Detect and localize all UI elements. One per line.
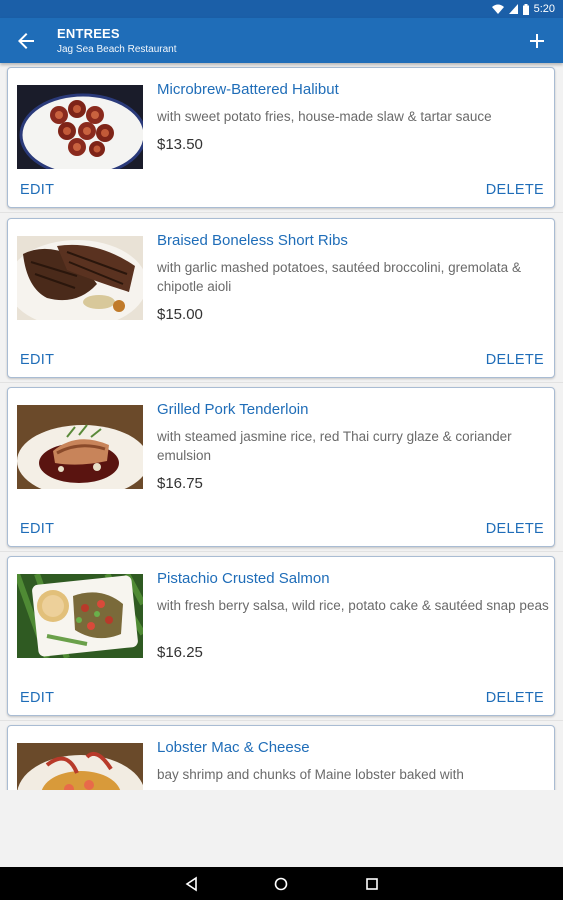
- entree-card: Pistachio Crusted Salmon with fresh berr…: [7, 556, 555, 716]
- entree-name: Grilled Pork Tenderloin: [157, 401, 309, 418]
- signal-icon: [508, 4, 518, 14]
- entree-price: $13.50: [157, 136, 203, 153]
- entree-name: Braised Boneless Short Ribs: [157, 232, 348, 249]
- edit-button[interactable]: EDIT: [20, 521, 54, 537]
- add-icon[interactable]: [525, 29, 549, 53]
- edit-button[interactable]: EDIT: [20, 690, 54, 706]
- entree-description: with garlic mashed potatoes, sautéed bro…: [157, 260, 521, 294]
- wifi-icon: [491, 4, 504, 14]
- entree-price: $16.75: [157, 475, 203, 492]
- entree-name: Microbrew-Battered Halibut: [157, 81, 339, 98]
- nav-back-icon[interactable]: [184, 876, 200, 892]
- dish-photo: [17, 743, 143, 790]
- entree-card: Braised Boneless Short Ribs with garlic …: [7, 218, 555, 378]
- entree-price: $16.25: [157, 644, 203, 661]
- entree-description: with steamed jasmine rice, red Thai curr…: [157, 429, 512, 463]
- entree-list[interactable]: Microbrew-Battered Halibut with sweet po…: [0, 63, 563, 790]
- battery-icon: [522, 3, 529, 15]
- entree-card: Microbrew-Battered Halibut with sweet po…: [7, 67, 555, 208]
- nav-home-icon[interactable]: [273, 876, 289, 892]
- system-nav-bar: [0, 867, 563, 900]
- app-bar: ENTREES Jag Sea Beach Restaurant: [0, 18, 563, 63]
- entree-description: with sweet potato fries, house-made slaw…: [157, 109, 492, 124]
- divider: [0, 212, 563, 213]
- divider: [0, 551, 563, 552]
- entree-name: Pistachio Crusted Salmon: [157, 570, 330, 587]
- edit-button[interactable]: EDIT: [20, 352, 54, 368]
- back-arrow-icon[interactable]: [14, 29, 38, 53]
- dish-photo: [17, 85, 143, 169]
- delete-button[interactable]: DELETE: [486, 352, 544, 368]
- nav-recents-icon[interactable]: [364, 876, 380, 892]
- status-time: 5:20: [533, 3, 555, 15]
- entree-card: Grilled Pork Tenderloin with steamed jas…: [7, 387, 555, 547]
- dish-photo: [17, 236, 143, 320]
- entree-price: $15.00: [157, 306, 203, 323]
- entree-name: Lobster Mac & Cheese: [157, 739, 310, 756]
- delete-button[interactable]: DELETE: [486, 521, 544, 537]
- entree-card: Lobster Mac & Cheese bay shrimp and chun…: [7, 725, 555, 790]
- dish-photo: [17, 405, 143, 489]
- divider: [0, 720, 563, 721]
- divider: [0, 382, 563, 383]
- dish-photo: [17, 574, 143, 658]
- delete-button[interactable]: DELETE: [486, 182, 544, 198]
- entree-description: bay shrimp and chunks of Maine lobster b…: [157, 767, 464, 782]
- delete-button[interactable]: DELETE: [486, 690, 544, 706]
- page-subtitle: Jag Sea Beach Restaurant: [57, 44, 177, 55]
- entree-description: with fresh berry salsa, wild rice, potat…: [157, 598, 549, 613]
- page-title: ENTREES: [57, 26, 120, 41]
- status-bar: 5:20: [0, 0, 563, 18]
- edit-button[interactable]: EDIT: [20, 182, 54, 198]
